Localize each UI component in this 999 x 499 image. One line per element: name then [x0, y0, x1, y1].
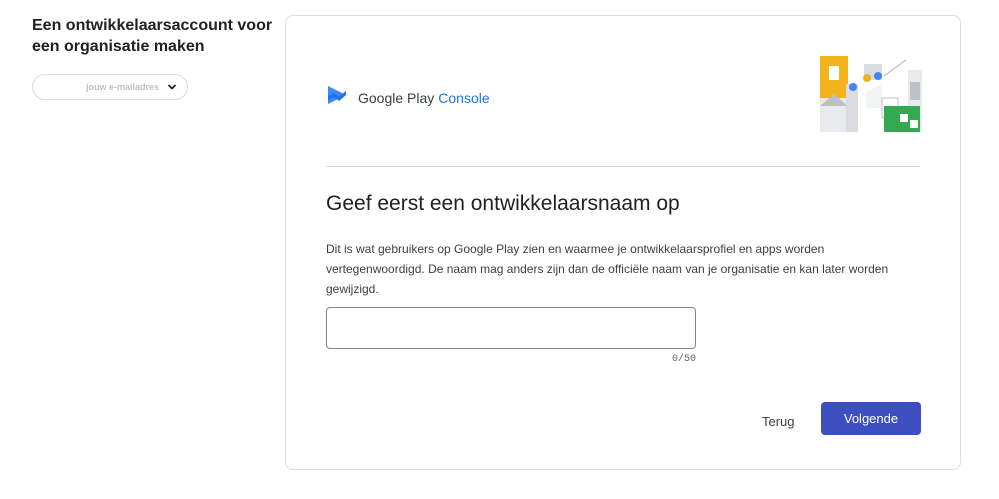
- card-description: Dit is wat gebruikers op Google Play zie…: [326, 242, 889, 296]
- next-button[interactable]: Volgende: [821, 402, 921, 435]
- character-counter: 0/50: [671, 354, 696, 365]
- signup-card: Google Play Console Geef eerst een ontwik…: [285, 15, 961, 470]
- brand-name: Google Play Console: [358, 89, 490, 106]
- divider: [326, 166, 920, 167]
- page-heading: Een ontwikkelaarsaccount voor een organi…: [32, 17, 273, 55]
- chevron-down-icon: [167, 82, 177, 92]
- illustration-graphic: [820, 56, 922, 132]
- brand: Google Play Console: [326, 84, 490, 111]
- google-play-console-logo-icon: [326, 84, 350, 111]
- back-button[interactable]: Terug: [754, 406, 803, 436]
- account-selector[interactable]: jouw e-mailadres: [32, 74, 188, 100]
- card-title: Geef eerst een ontwikkelaarsnaam op: [326, 192, 680, 215]
- developer-name-input[interactable]: [326, 307, 696, 349]
- account-email: jouw e-mailadres: [85, 82, 159, 92]
